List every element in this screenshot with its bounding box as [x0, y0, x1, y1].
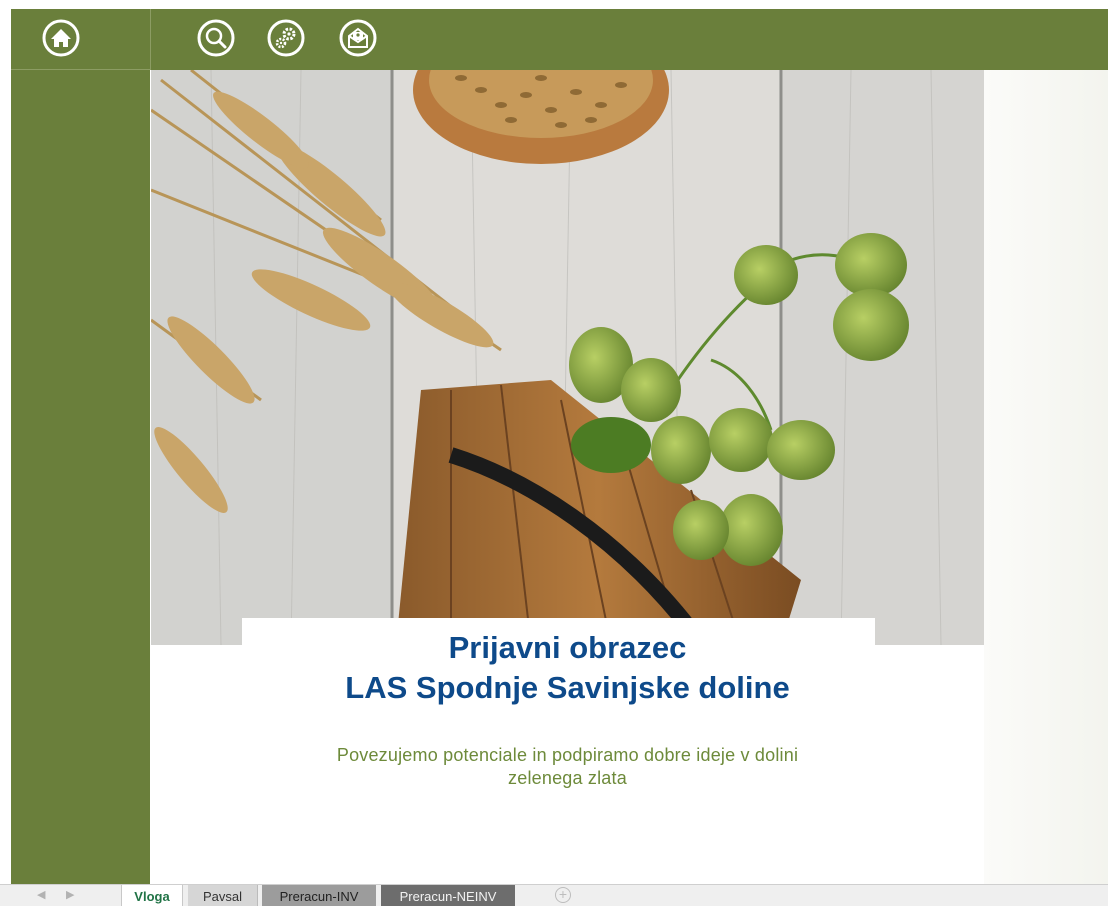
sheet-tab-bar: ◀ ▶ Vloga Pavsal Preracun-INV Preracun-N…	[0, 884, 1108, 906]
page-title-line2: LAS Spodnje Savinjske doline	[345, 670, 790, 705]
toolbar-divider	[150, 9, 151, 70]
home-icon[interactable]	[41, 18, 81, 58]
subtitle-line2: zelenega zlata	[508, 768, 627, 788]
sheet-tab-vloga[interactable]: Vloga	[121, 885, 183, 906]
sheet-tab-pavsal[interactable]: Pavsal	[188, 885, 258, 906]
sheet-tab-preracun-inv[interactable]: Preracun-INV	[262, 885, 376, 906]
right-background	[984, 70, 1108, 884]
subtitle-line1: Povezujemo potenciale in podpiramo dobre…	[336, 745, 799, 765]
page-title-line1: Prijavni obrazec	[448, 630, 687, 665]
sheet-tab-preracun-neinv[interactable]: Preracun-NEINV	[381, 885, 515, 906]
hero-image	[151, 70, 984, 645]
top-toolbar	[11, 9, 1108, 70]
add-sheet-icon[interactable]: +	[555, 887, 571, 903]
envelope-icon[interactable]	[338, 18, 378, 58]
left-sidebar	[11, 70, 150, 884]
gears-icon[interactable]	[266, 18, 306, 58]
scroll-right-icon[interactable]: ▶	[66, 888, 74, 901]
scroll-left-icon[interactable]: ◀	[37, 888, 45, 901]
search-icon[interactable]	[196, 18, 236, 58]
